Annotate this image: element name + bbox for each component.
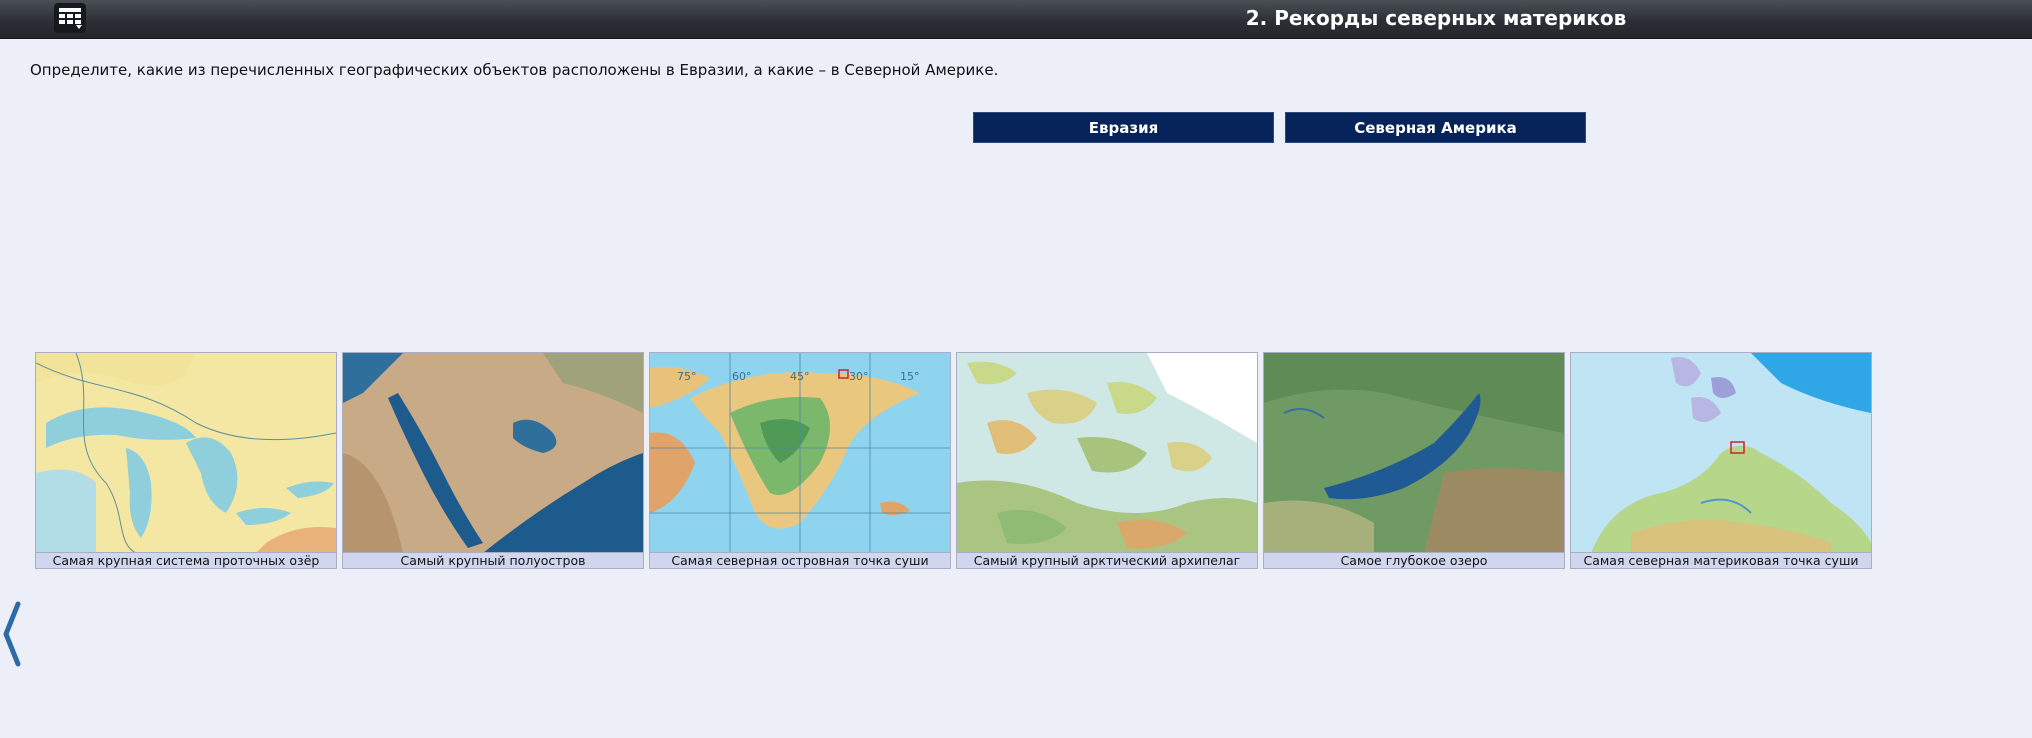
taymyr-map	[1571, 353, 1871, 553]
meridian-label: 75°	[677, 370, 697, 383]
meridian-label: 45°	[790, 370, 810, 383]
card-caption: Самый крупный арктический архипелаг	[957, 552, 1257, 568]
card-baikal[interactable]: Самое глубокое озеро	[1263, 352, 1565, 569]
meridian-label: 30°	[849, 370, 869, 383]
great-lakes-map	[36, 353, 336, 553]
category-north-america-button[interactable]: Северная Америка	[1285, 112, 1586, 143]
card-arabian-peninsula[interactable]: Самый крупный полуостров	[342, 352, 644, 569]
task-instruction: Определите, какие из перечисленных геогр…	[30, 61, 999, 79]
card-caption: Самая северная островная точка суши	[650, 552, 950, 568]
back-button[interactable]	[0, 598, 24, 670]
arctic-archipelago-map	[957, 353, 1257, 553]
card-caption: Самая крупная система проточных озёр	[36, 552, 336, 568]
card-caption: Самая северная материковая точка суши	[1571, 552, 1871, 568]
page-title: 2. Рекорды северных материков	[1245, 6, 1627, 30]
meridian-label: 15°	[900, 370, 920, 383]
arabian-peninsula-map	[343, 353, 643, 553]
card-taymyr[interactable]: Самая северная материковая точка суши	[1570, 352, 1872, 569]
card-great-lakes[interactable]: Самая крупная система проточных озёр	[35, 352, 337, 569]
card-caption: Самое глубокое озеро	[1264, 552, 1564, 568]
greenland-map: 75° 60° 45° 30° 15°	[650, 353, 950, 553]
meridian-label: 60°	[732, 370, 752, 383]
card-arctic-archipelago[interactable]: Самый крупный арктический архипелаг	[956, 352, 1258, 569]
category-eurasia-button[interactable]: Евразия	[973, 112, 1274, 143]
baikal-map	[1264, 353, 1564, 553]
card-caption: Самый крупный полуостров	[343, 552, 643, 568]
chevron-left-icon	[3, 601, 21, 667]
card-greenland[interactable]: 75° 60° 45° 30° 15° Самая северная остро…	[649, 352, 951, 569]
